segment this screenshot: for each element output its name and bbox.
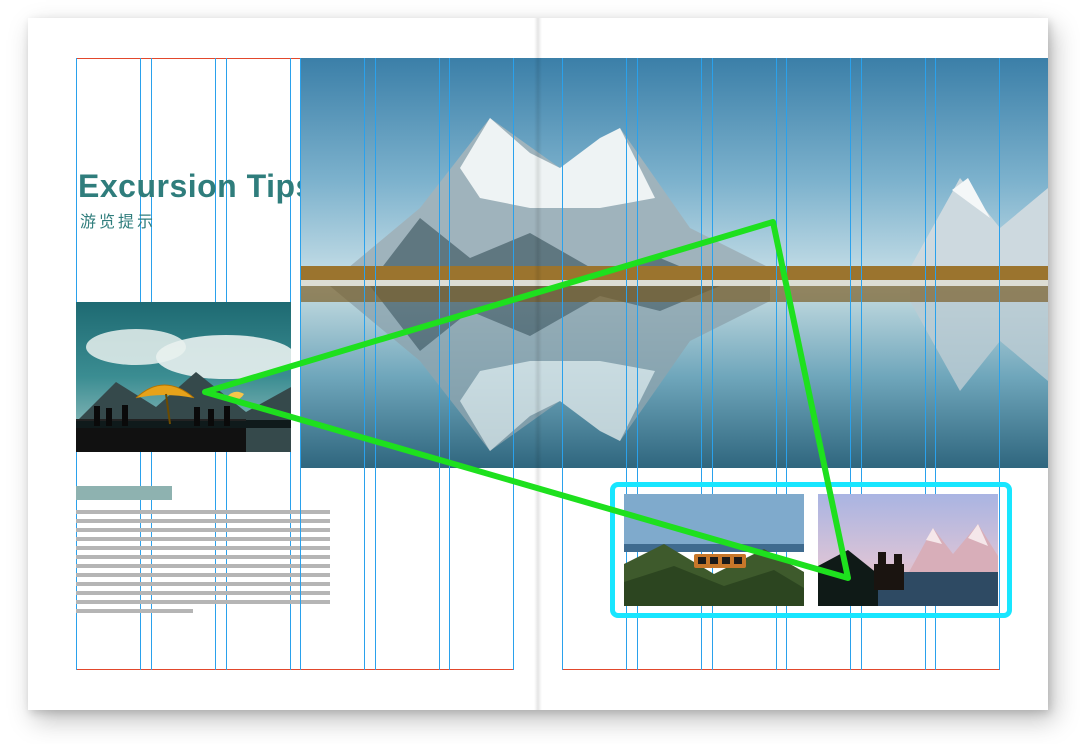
- heading-en: Excursion Tips: [78, 168, 314, 205]
- body-text-lines: [76, 510, 330, 618]
- image-thumb-right: [818, 494, 998, 606]
- canvas: Excursion Tips 游览提示: [0, 0, 1080, 744]
- image-secondary: [76, 302, 291, 452]
- magazine-spread: Excursion Tips 游览提示: [28, 18, 1048, 710]
- image-thumb-left: [624, 494, 804, 606]
- image-hero: [300, 58, 1048, 468]
- heading-zh: 游览提示: [80, 208, 156, 232]
- body-heading-bar: [76, 486, 172, 500]
